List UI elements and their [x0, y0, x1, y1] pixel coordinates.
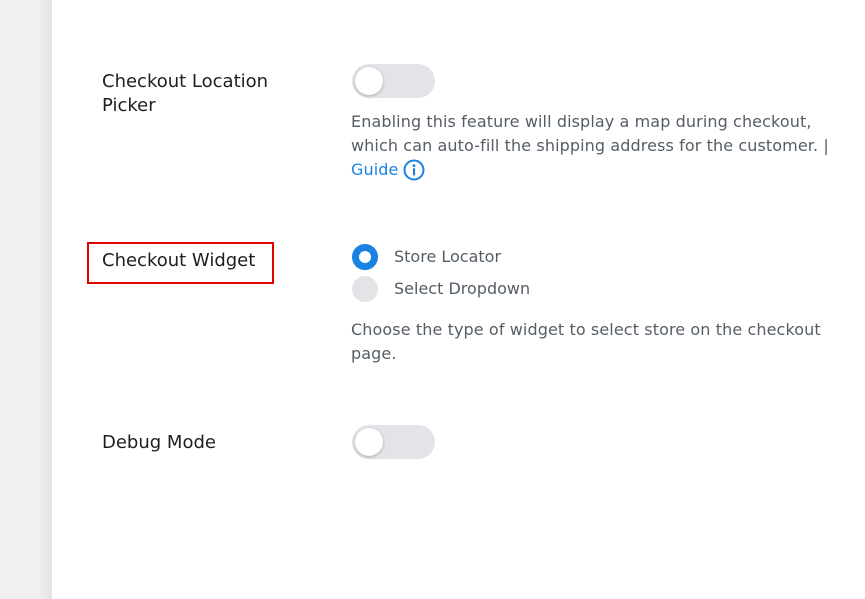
- radio-button-unchecked[interactable]: [352, 276, 378, 302]
- radio-button-checked[interactable]: [352, 244, 378, 270]
- guide-link-label: Guide: [351, 160, 399, 179]
- left-rail: [0, 0, 52, 599]
- radio-store-locator-label: Store Locator: [394, 247, 502, 266]
- guide-link[interactable]: Guide: [351, 158, 425, 182]
- toggle-knob: [355, 67, 383, 95]
- radio-store-locator[interactable]: Store Locator: [352, 244, 501, 270]
- checkout-location-picker-description-text: Enabling this feature will display a map…: [351, 112, 829, 155]
- checkout-location-picker-label: Checkout Location Picker: [102, 71, 269, 116]
- debug-mode-label: Debug Mode: [102, 432, 216, 453]
- info-icon: [403, 159, 425, 181]
- debug-mode-toggle[interactable]: [352, 425, 435, 459]
- radio-select-dropdown[interactable]: Select Dropdown: [352, 276, 530, 302]
- checkout-widget-label: Checkout Widget: [102, 250, 256, 271]
- checkout-location-picker-toggle[interactable]: [352, 64, 435, 98]
- radio-select-dropdown-label: Select Dropdown: [394, 279, 531, 298]
- toggle-knob: [355, 428, 383, 456]
- settings-page: Checkout Location Picker Enabling this f…: [0, 0, 865, 599]
- checkout-location-picker-description: Enabling this feature will display a map…: [351, 110, 841, 182]
- checkout-widget-description: Choose the type of widget to select stor…: [351, 320, 821, 363]
